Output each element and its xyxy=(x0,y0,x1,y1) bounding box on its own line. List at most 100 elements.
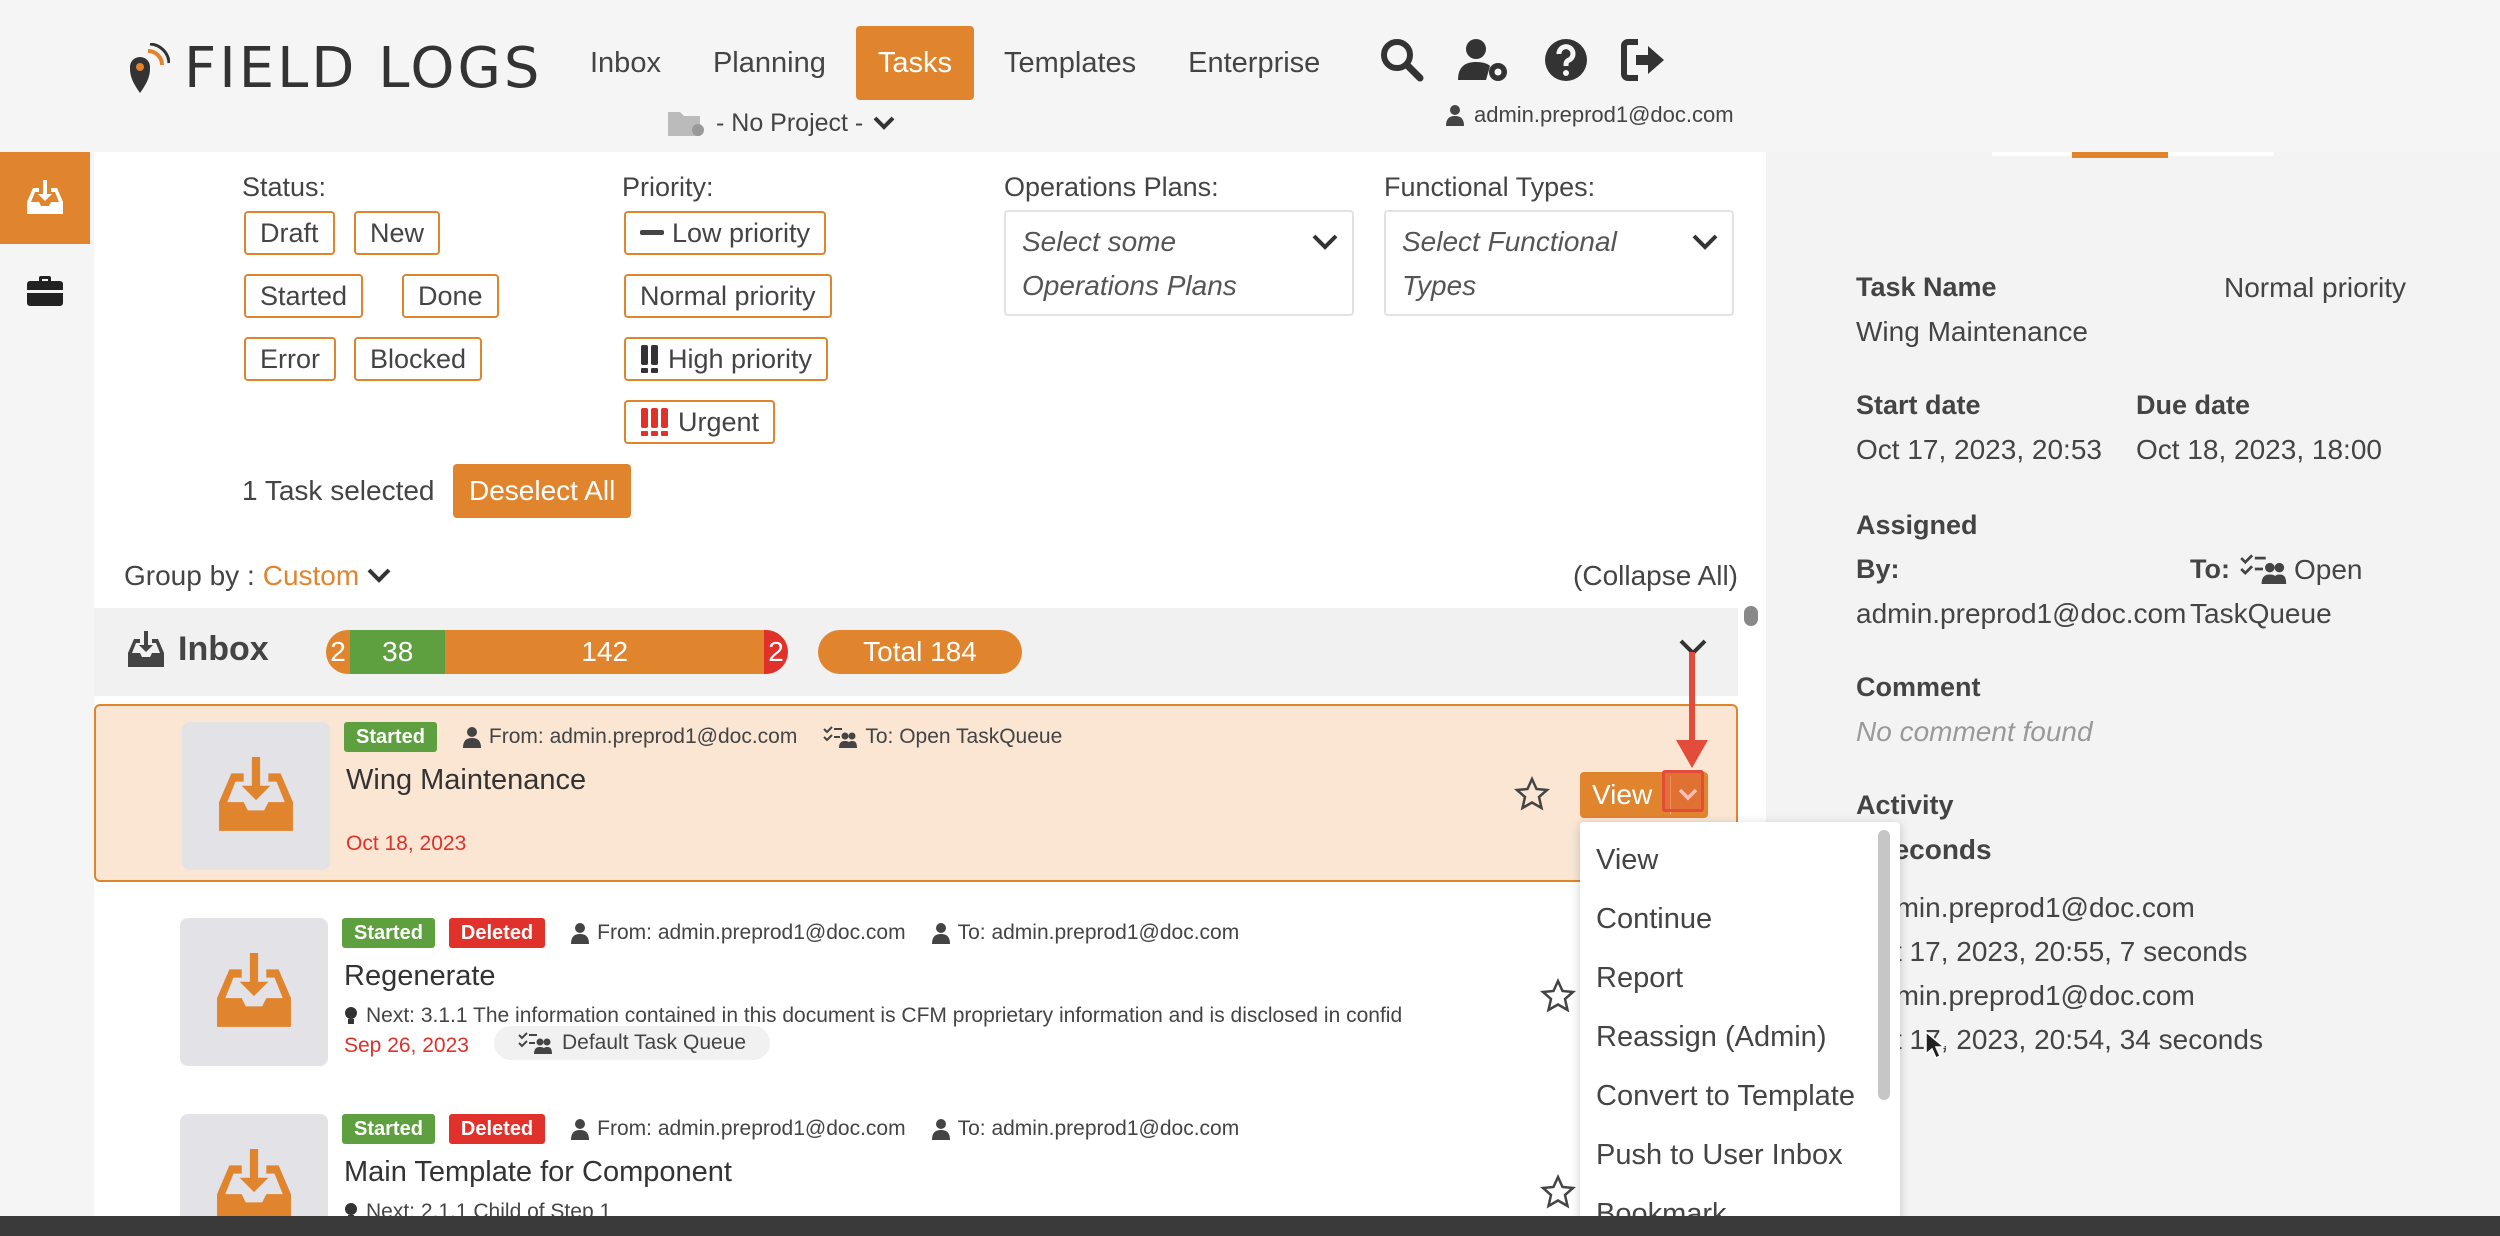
task-name[interactable]: Wing Maintenance xyxy=(346,764,586,797)
current-user: admin.preprod1@doc.com xyxy=(1446,102,1734,128)
priority-chip-label: Normal priority xyxy=(640,281,816,311)
menu-item-view[interactable]: View xyxy=(1596,844,1658,877)
star-icon[interactable] xyxy=(1540,978,1576,1014)
select-placeholder-line: Select some xyxy=(1022,226,1177,257)
nav-templates[interactable]: Templates xyxy=(982,26,1158,100)
task-queue-text: Default Task Queue xyxy=(562,1031,747,1054)
location-signal-icon xyxy=(130,42,170,93)
task-name[interactable]: Main Template for Component xyxy=(344,1156,732,1189)
star-icon[interactable] xyxy=(1514,776,1550,812)
chevron-down-icon xyxy=(1312,234,1338,250)
annotation-highlight xyxy=(1662,770,1704,812)
inbox-download-icon xyxy=(217,1149,291,1216)
task-next-text: Next: 3.1.1 The information contained in… xyxy=(366,1004,1403,1027)
priority-chip-urgent[interactable]: Urgent xyxy=(624,400,776,444)
status-chip-blocked[interactable]: Blocked xyxy=(354,337,483,381)
functional-types-select[interactable]: Select Functional Types xyxy=(1384,210,1734,316)
activity-line: dmin.preprod1@doc.com xyxy=(1880,892,2195,923)
task-thumbnail xyxy=(180,1114,328,1216)
group-by-label: Group by : xyxy=(124,560,255,591)
deselect-all-button[interactable]: Deselect All xyxy=(453,464,632,518)
rail-inbox[interactable] xyxy=(0,152,90,244)
task-row[interactable]: Started Deleted From: admin.preprod1@doc… xyxy=(94,902,1738,1080)
task-from: From: admin.preprod1@doc.com xyxy=(462,725,797,749)
task-next-step: Next: 2.1.1 Child of Step 1 xyxy=(344,1200,611,1216)
view-button[interactable]: View xyxy=(1580,772,1664,818)
high-priority-icon xyxy=(641,345,658,373)
activity-label: Activity xyxy=(1856,790,1954,820)
mouse-cursor-icon xyxy=(1925,1030,1946,1060)
ops-plans-select[interactable]: Select some Operations Plans xyxy=(1004,210,1354,316)
inbox-download-icon xyxy=(219,757,293,831)
select-placeholder-line: Select Functional xyxy=(1402,226,1617,257)
user-icon xyxy=(571,923,590,944)
status-badge: Started xyxy=(342,918,435,948)
nav-inbox[interactable]: Inbox xyxy=(568,26,683,100)
menu-item-report[interactable]: Report xyxy=(1596,962,1683,995)
nav-enterprise[interactable]: Enterprise xyxy=(1166,26,1342,100)
status-chip-started[interactable]: Started xyxy=(244,274,364,318)
briefcase-icon xyxy=(27,276,63,306)
task-row[interactable]: Started From: admin.preprod1@doc.com To:… xyxy=(94,704,1738,882)
queue-users-icon xyxy=(2240,554,2287,584)
user-icon xyxy=(931,1119,950,1140)
priority-chip-label: Low priority xyxy=(672,218,811,248)
status-chip-error[interactable]: Error xyxy=(244,337,336,381)
app-logo[interactable]: FIELD LOGS xyxy=(128,36,542,101)
menu-item-reassign[interactable]: Reassign (Admin) xyxy=(1596,1021,1826,1054)
queue-users-icon xyxy=(518,1032,552,1054)
list-scrollbar[interactable] xyxy=(1744,606,1758,626)
search-icon[interactable] xyxy=(1378,36,1426,84)
status-filter-label: Status: xyxy=(242,172,327,202)
bottom-bar xyxy=(0,1216,2500,1236)
chevron-down-icon xyxy=(1692,234,1718,250)
task-meta: Started From: admin.preprod1@doc.com To:… xyxy=(344,722,1062,752)
user-settings-icon[interactable] xyxy=(1456,36,1512,84)
status-badge: Started xyxy=(342,1114,435,1144)
menu-item-push-inbox[interactable]: Push to User Inbox xyxy=(1596,1139,1843,1172)
nav-planning[interactable]: Planning xyxy=(691,26,848,100)
inbox-group-header[interactable]: Inbox 2 38 142 2 Total 184 xyxy=(94,608,1738,696)
group-by[interactable]: Group by : Custom xyxy=(124,560,391,592)
ops-plans-label: Operations Plans: xyxy=(1004,172,1219,202)
help-icon[interactable] xyxy=(1542,36,1590,84)
status-count-segment: 38 xyxy=(350,630,446,674)
priority-chip-high[interactable]: High priority xyxy=(624,337,829,381)
group-by-value: Custom xyxy=(262,560,360,591)
assigned-by-label: By: xyxy=(1856,554,1900,584)
task-to: To: admin.preprod1@doc.com xyxy=(931,921,1240,945)
logout-icon[interactable] xyxy=(1620,36,1668,84)
task-next-step: Next: 3.1.1 The information contained in… xyxy=(344,1004,1402,1028)
status-count-segment: 142 xyxy=(445,630,764,674)
priority-chip-normal[interactable]: Normal priority xyxy=(624,274,832,318)
task-to-text: To: admin.preprod1@doc.com xyxy=(957,921,1240,944)
menu-scrollbar[interactable] xyxy=(1878,830,1890,1100)
priority-filter-label: Priority: xyxy=(622,172,714,202)
task-thumbnail xyxy=(180,918,328,1066)
main-nav: Inbox Planning Tasks Templates Enterpris… xyxy=(568,26,1342,100)
task-name[interactable]: Regenerate xyxy=(344,960,496,993)
selected-count: 1 Task selected xyxy=(242,475,435,506)
lightbulb-icon xyxy=(345,1007,357,1024)
status-count-segment: 2 xyxy=(763,630,788,674)
priority-chip-low[interactable]: Low priority xyxy=(624,211,827,255)
nav-tasks[interactable]: Tasks xyxy=(855,26,974,100)
task-thumbnail xyxy=(182,722,330,870)
menu-item-continue[interactable]: Continue xyxy=(1596,903,1712,936)
menu-item-convert-template[interactable]: Convert to Template xyxy=(1596,1080,1855,1113)
priority-chip-label: Urgent xyxy=(678,407,760,437)
task-row[interactable]: Started Deleted From: admin.preprod1@doc… xyxy=(94,1098,1738,1216)
deleted-badge: Deleted xyxy=(448,918,546,948)
rail-briefcase[interactable] xyxy=(0,260,90,322)
user-icon xyxy=(462,727,481,748)
assigned-by-value: admin.preprod1@doc.com xyxy=(1856,598,2187,629)
project-selector[interactable]: - No Project - xyxy=(666,108,895,138)
collapse-all-link[interactable]: (Collapse All) xyxy=(1573,560,1738,592)
status-chip-done[interactable]: Done xyxy=(402,274,499,318)
status-chip-new[interactable]: New xyxy=(354,211,441,255)
functional-types-label: Functional Types: xyxy=(1384,172,1596,202)
status-chip-draft[interactable]: Draft xyxy=(244,211,335,255)
task-list-panel: Status: Draft New Started Done Error Blo… xyxy=(94,152,1766,1216)
star-icon[interactable] xyxy=(1540,1174,1576,1210)
comment-label: Comment xyxy=(1856,672,1981,702)
